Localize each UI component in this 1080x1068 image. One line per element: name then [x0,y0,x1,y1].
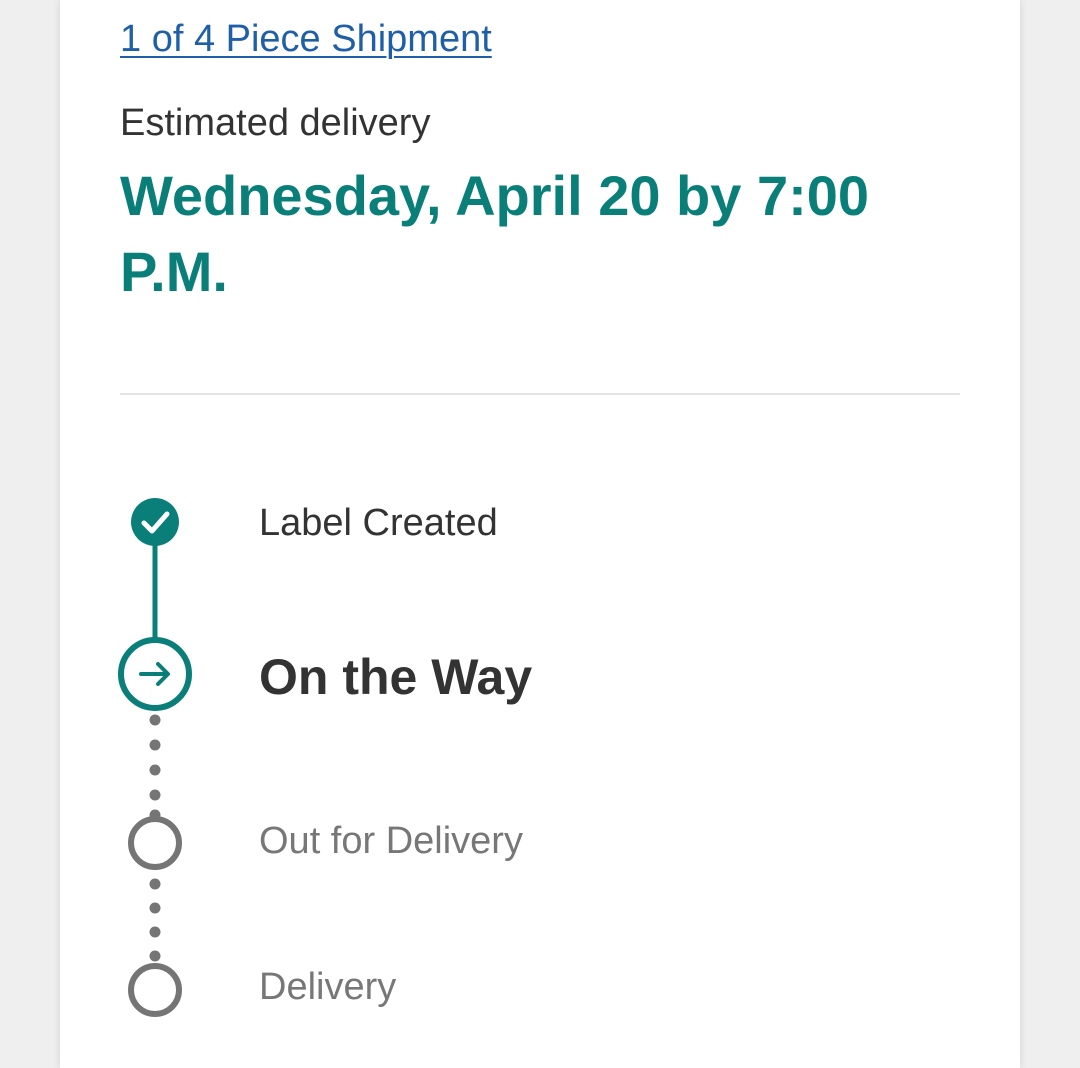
empty-circle-icon [128,816,182,870]
step-out-for-delivery: Out for Delivery [259,820,523,862]
check-icon [131,498,179,546]
arrow-right-icon [118,637,192,711]
shipment-card: 1 of 4 Piece Shipment Estimated delivery… [60,0,1020,1068]
step-delivery: Delivery [259,966,397,1008]
timeline-connector-dotted-1 [149,714,161,821]
timeline-graphics [118,498,192,1017]
timeline-connector-dotted-2 [149,878,161,962]
progress-timeline: Label Created On the Way Out for Deliver… [60,0,1020,1068]
step-label-created: Label Created [259,502,498,544]
empty-circle-icon [128,963,182,1017]
step-on-the-way: On the Way [259,649,533,705]
